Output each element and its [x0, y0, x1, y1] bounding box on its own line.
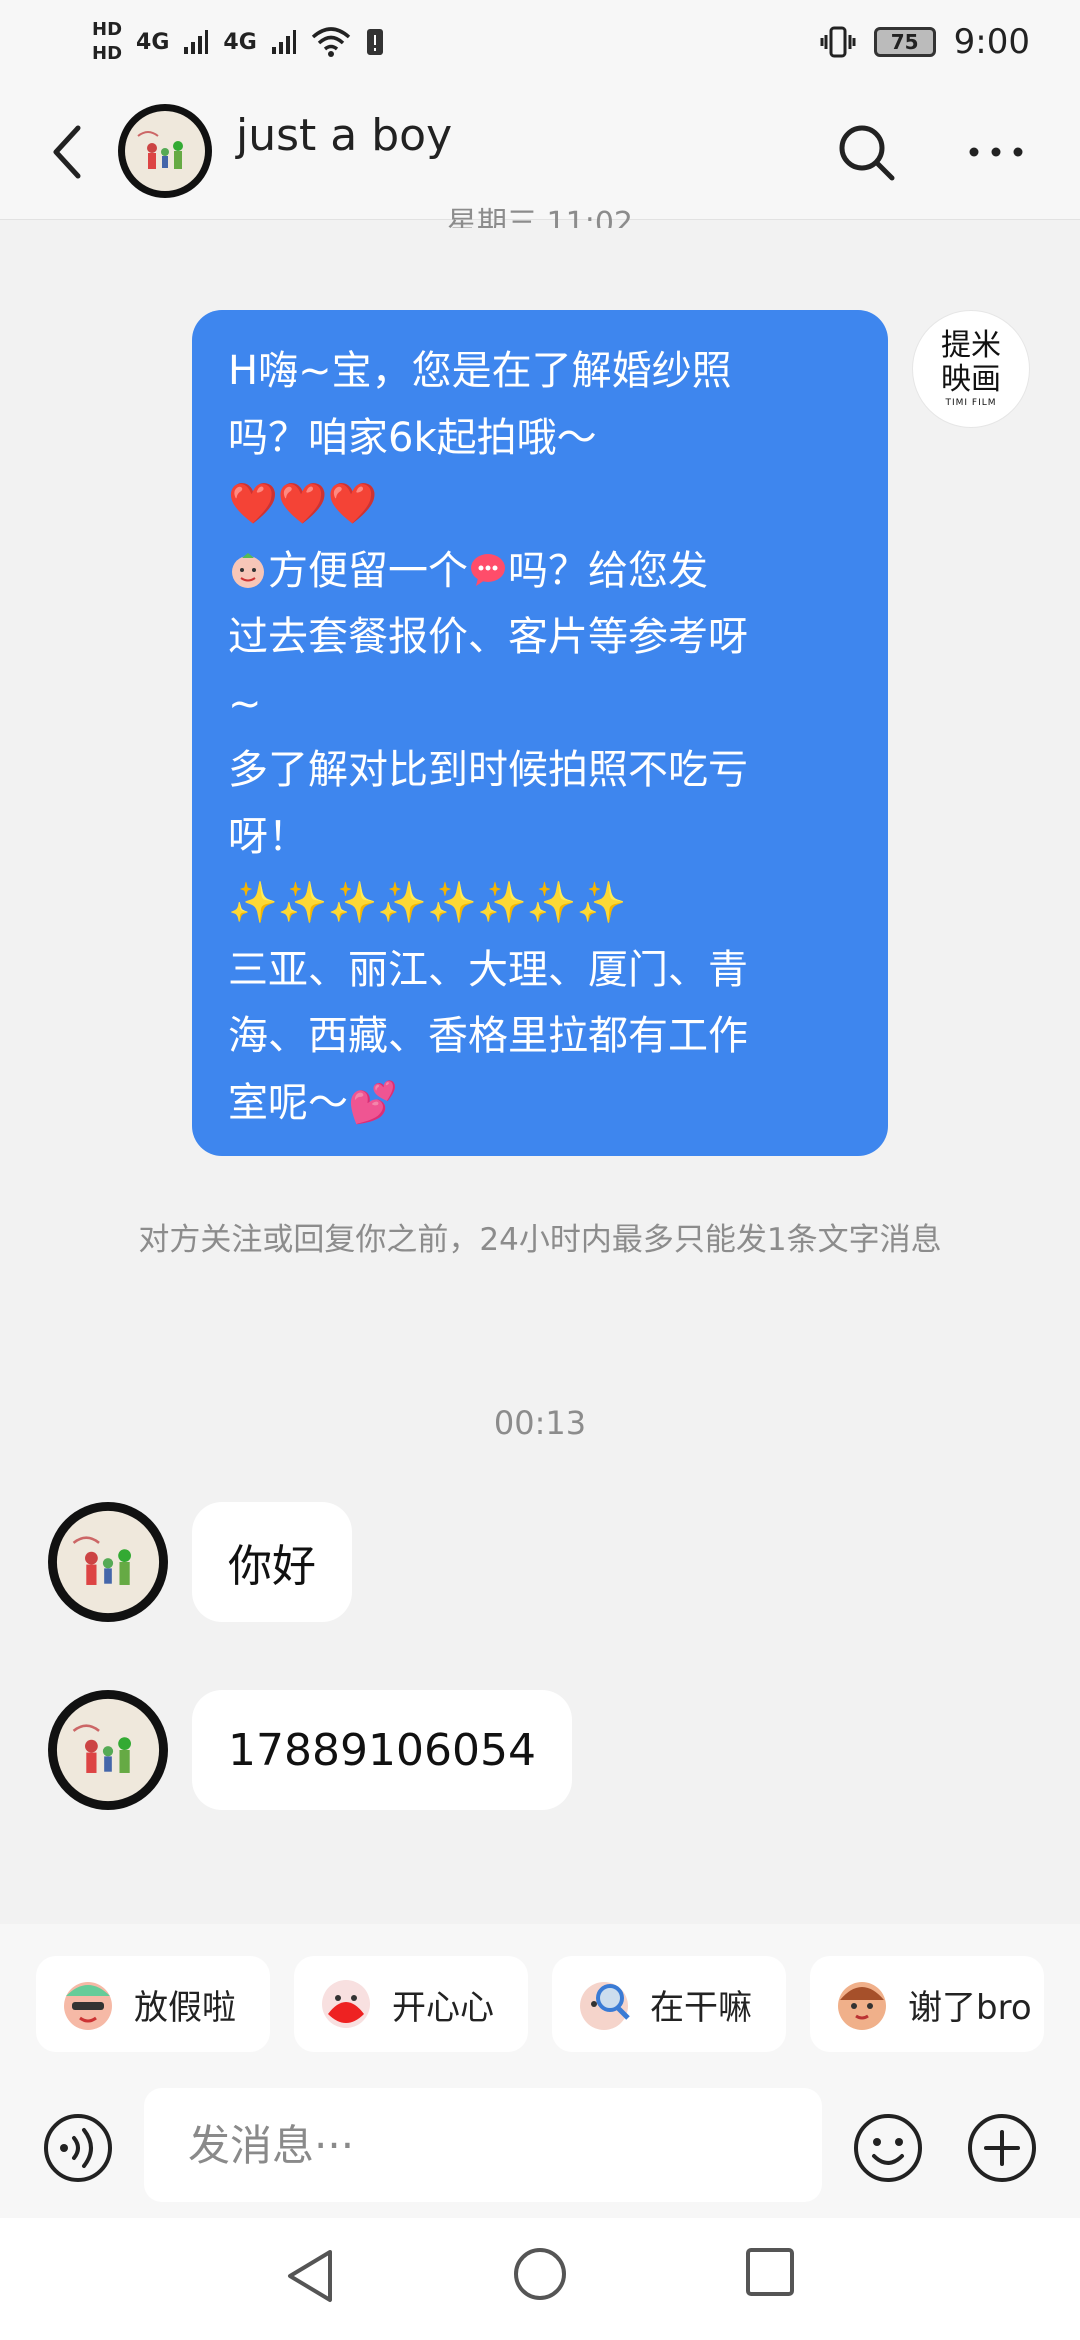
outgoing-message-bubble[interactable]: H嗨~宝，您是在了解婚纱照 吗？咱家6k起拍哦～ ❤️❤️❤️ 方便留一个 吗？给… — [192, 310, 888, 1156]
sparkles-emoji: ✨✨✨✨✨✨✨✨ — [228, 880, 627, 926]
message-line: 三亚、丽江、大理、厦门、青 海、西藏、香格里拉都有工作 室呢～💕 — [228, 937, 852, 1137]
quick-reply-chip[interactable]: 放假啦 — [36, 1956, 270, 2052]
sticker-icon — [64, 1982, 112, 2030]
avatar-image-icon — [56, 1510, 160, 1614]
search-icon[interactable] — [834, 120, 898, 184]
message-line: H嗨~宝，您是在了解婚纱照 吗？咱家6k起拍哦～ — [228, 348, 732, 461]
vibrate-icon — [820, 26, 856, 58]
two-hearts-emoji: 💕 — [348, 1079, 398, 1126]
signal-1-label: 4G — [136, 29, 170, 55]
contact-avatar[interactable] — [118, 104, 212, 198]
voice-input-icon[interactable] — [42, 2112, 114, 2184]
sender-avatar[interactable] — [48, 1502, 168, 1622]
my-avatar[interactable]: 提米 映画 TIMI FILM — [912, 310, 1030, 428]
wifi-icon — [311, 27, 350, 57]
status-bar-left: HD HD 4G 4G — [92, 18, 385, 66]
quick-reply-chip[interactable]: 谢了bro — [810, 1956, 1044, 2052]
avatar-text: 映画 — [941, 362, 1001, 397]
message-timestamp: 00:13 — [493, 1404, 587, 1442]
more-options-icon[interactable] — [964, 120, 1028, 184]
message-input[interactable] — [144, 2088, 822, 2202]
system-notice: 对方关注或回复你之前，24小时内最多只能发1条文字消息 — [138, 1222, 942, 1258]
message-line: 方便留一个 吗？给您发 过去套餐报价、客片等参考呀 ~ — [228, 538, 852, 738]
signal-icon — [271, 30, 296, 54]
hd1-label: HD — [92, 19, 123, 40]
hd-indicator: HD HD — [92, 18, 122, 66]
quick-reply-label: 开心心 — [392, 1987, 494, 2028]
avatar-text: TIMI FILM — [945, 398, 997, 408]
sim-alert-icon — [366, 29, 383, 55]
status-bar-right: 75 9:00 — [820, 22, 1030, 62]
sender-avatar[interactable] — [48, 1690, 168, 1810]
sticker-icon — [322, 1980, 370, 2028]
message-line: 多了解对比到时候拍照不吃亏 呀！ — [228, 747, 748, 860]
avatar-image-icon — [125, 111, 205, 191]
battery-indicator: 75 — [873, 27, 936, 57]
hd2-label: HD — [92, 43, 123, 64]
system-nav-bar — [0, 2218, 1080, 2340]
contact-name: just a boy — [236, 110, 453, 161]
quick-reply-chip[interactable]: 在干嘛 — [552, 1956, 786, 2052]
quick-reply-bar: 放假啦 开心心 在干嘛 谢了bro — [0, 1924, 1080, 2088]
incoming-message-bubble[interactable]: 你好 — [192, 1502, 352, 1622]
signal-icon — [184, 30, 209, 54]
quick-reply-chip[interactable]: 开心心 — [294, 1956, 528, 2052]
status-bar: HD HD 4G 4G 75 9:00 — [0, 0, 1080, 84]
avatar-text: 提米 — [941, 328, 1001, 363]
sticker-face-icon — [232, 552, 264, 588]
avatar-image-icon — [56, 1698, 160, 1802]
sticker-icon — [838, 1982, 886, 2030]
clock: 9:00 — [953, 22, 1030, 62]
nav-back-icon[interactable] — [282, 2246, 336, 2306]
plus-icon[interactable] — [966, 2112, 1038, 2184]
incoming-message-bubble[interactable]: 17889106054 — [192, 1690, 572, 1810]
quick-reply-label: 在干嘛 — [650, 1987, 752, 2028]
hearts-emoji: ❤️❤️❤️ — [228, 481, 378, 527]
nav-home-icon[interactable] — [512, 2246, 568, 2302]
quick-reply-label: 谢了bro — [908, 1987, 1032, 2028]
signal-2-label: 4G — [223, 29, 257, 55]
message-input-bar — [0, 2088, 1080, 2218]
emoji-icon[interactable] — [852, 2112, 924, 2184]
message-fragment: 方便留一个 — [268, 547, 468, 594]
sticker-icon — [580, 1982, 630, 2030]
nav-recents-icon[interactable] — [744, 2246, 796, 2298]
timestamp-partial: 星期三 11:02 — [447, 206, 633, 228]
back-arrow-icon[interactable] — [48, 124, 88, 180]
message-fragment: 三亚、丽江、大理、厦门、青 海、西藏、香格里拉都有工作 室呢～ — [228, 946, 748, 1126]
quick-reply-label: 放假啦 — [134, 1987, 236, 2028]
speech-bubble-icon — [471, 553, 505, 586]
